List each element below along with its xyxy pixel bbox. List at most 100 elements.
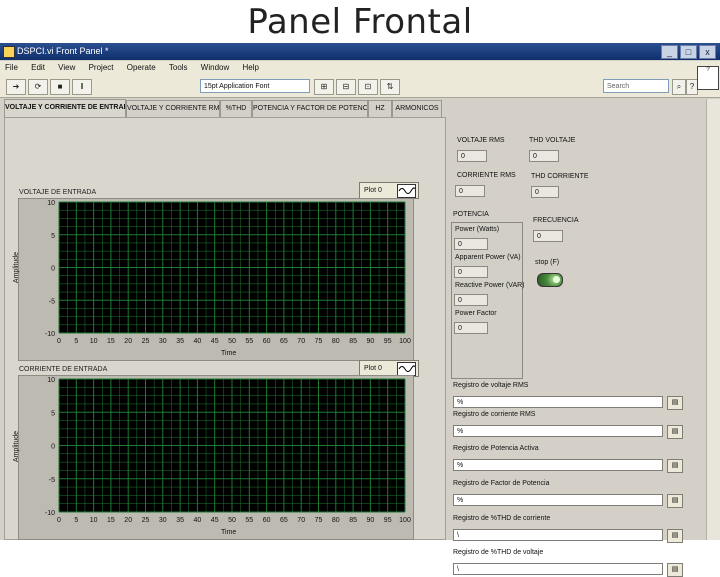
menu-window[interactable]: Window	[201, 63, 229, 72]
x-tick-label: 55	[245, 517, 253, 524]
close-button[interactable]: x	[699, 45, 716, 59]
registro-path-input[interactable]: \	[453, 529, 663, 541]
ylabel-voltaje: Amplitude	[13, 251, 21, 284]
resize-icon[interactable]: ⊡	[358, 79, 378, 95]
x-tick-label: 40	[194, 338, 202, 345]
distribute-icon[interactable]: ⊟	[336, 79, 356, 95]
run-continuously-icon[interactable]: ⟳	[28, 79, 48, 95]
search-input[interactable]: Search	[603, 79, 669, 93]
x-tick-label: 50	[228, 338, 236, 345]
registro-label: Registro de %THD de voltaje	[453, 549, 544, 556]
y-tick-label: -5	[49, 298, 55, 305]
x-tick-label: 0	[57, 338, 61, 345]
menu-edit[interactable]: Edit	[31, 63, 45, 72]
x-tick-label: 50	[228, 517, 236, 524]
registro-path-input[interactable]: %	[453, 425, 663, 437]
voltaje-rms-value: 0	[457, 150, 487, 162]
x-tick-label: 45	[211, 517, 219, 524]
plot-wave-icon	[397, 362, 416, 376]
registro-path-input[interactable]: \	[453, 563, 663, 575]
tab-potencia-factor[interactable]: POTENCIA Y FACTOR DE POTENCIA	[252, 100, 368, 117]
y-tick-label: -5	[49, 477, 55, 484]
x-tick-label: 5	[74, 517, 78, 524]
registro-path-input[interactable]: %	[453, 494, 663, 506]
chart-label-voltaje: VOLTAJE DE ENTRADA	[19, 189, 97, 196]
plot-wave-icon	[397, 184, 416, 198]
folder-browse-icon[interactable]: ▤	[667, 425, 683, 439]
tab-armonicos[interactable]: ARMONICOS	[392, 100, 442, 117]
maximize-button[interactable]: □	[680, 45, 697, 59]
menu-project[interactable]: Project	[89, 63, 114, 72]
apparent-power-label: Apparent Power (VA)	[455, 254, 521, 261]
window-title: DSPCI.vi Front Panel *	[17, 46, 109, 56]
menu-help[interactable]: Help	[242, 63, 258, 72]
abort-icon[interactable]: ■	[50, 79, 70, 95]
x-tick-label: 65	[280, 517, 288, 524]
x-tick-label: 75	[315, 338, 323, 345]
minimize-button[interactable]: _	[661, 45, 678, 59]
folder-browse-icon[interactable]: ▤	[667, 396, 683, 410]
folder-browse-icon[interactable]: ▤	[667, 529, 683, 543]
power-factor-value: 0	[454, 322, 488, 334]
folder-browse-icon[interactable]: ▤	[667, 459, 683, 473]
power-factor-label: Power Factor	[455, 310, 497, 317]
tab-voltaje-corriente-entrada[interactable]: VOLTAJE Y CORRIENTE DE ENTRADA	[4, 99, 126, 118]
chart-frame-corriente: 10 5 0 -5 -10 0 5 10 15 20 25 30 35 40 45 50 55 60 65 70 75 8…	[18, 375, 414, 540]
x-tick-label: 55	[245, 338, 253, 345]
menu-tools[interactable]: Tools	[169, 63, 188, 72]
vertical-scrollbar[interactable]	[706, 99, 720, 540]
tab-hz[interactable]: HZ	[368, 100, 392, 117]
x-tick-label: 60	[263, 338, 271, 345]
font-select[interactable]: 15pt Application Font	[200, 79, 310, 93]
pause-icon[interactable]: ‖	[72, 79, 92, 95]
x-tick-label: 15	[107, 338, 115, 345]
menu-bar: File Edit View Project Operate Tools Win…	[0, 61, 720, 75]
x-tick-label: 75	[315, 517, 323, 524]
x-tick-label: 40	[194, 517, 202, 524]
folder-browse-icon[interactable]: ▤	[667, 494, 683, 508]
corriente-rms-value: 0	[455, 185, 485, 197]
menu-file[interactable]: File	[5, 63, 18, 72]
power-watts-value: 0	[454, 238, 488, 250]
stop-button[interactable]	[537, 273, 563, 287]
run-arrow-icon[interactable]: ➔	[6, 79, 26, 95]
plot-legend-voltaje[interactable]: Plot 0	[359, 182, 419, 199]
tab-voltaje-corriente-rms[interactable]: VOLTAJE Y CORRIENTE RMS	[126, 100, 220, 117]
thd-corriente-label: THD CORRIENTE	[531, 173, 589, 180]
labview-window: DSPCI.vi Front Panel * _ □ x File Edit V…	[0, 43, 720, 577]
chart-corriente: 1050-5-100 5 10 15 20 25 30 35 40 45 50 55 60 65 70 75 8…	[45, 377, 411, 524]
registro-label: Registro de voltaje RMS	[453, 382, 529, 389]
registro-label: Registro de %THD de corriente	[453, 515, 551, 522]
frecuencia-label: FRECUENCIA	[533, 217, 579, 224]
menu-operate[interactable]: Operate	[127, 63, 156, 72]
indicators-area: VOLTAJE RMS 0 THD VOLTAJE 0 CORRIENTE RM…	[447, 117, 704, 577]
folder-browse-icon[interactable]: ▤	[667, 563, 683, 577]
stop-button-knob	[553, 276, 560, 283]
x-tick-label: 25	[142, 517, 150, 524]
voltaje-rms-label: VOLTAJE RMS	[457, 137, 505, 144]
x-tick-label: 80	[332, 517, 340, 524]
reorder-icon[interactable]: ⇅	[380, 79, 400, 95]
xlabel-voltaje: Time	[221, 350, 237, 357]
menu-view[interactable]: View	[58, 63, 75, 72]
tab-thd[interactable]: %THD	[220, 100, 252, 117]
apparent-power-value: 0	[454, 266, 488, 278]
frecuencia-value: 0	[533, 230, 563, 242]
x-tick-label: 80	[332, 338, 340, 345]
align-icon[interactable]: ⊞	[314, 79, 334, 95]
y-tick-label: 5	[51, 410, 55, 417]
app-icon	[3, 46, 15, 58]
x-tick-label: 70	[297, 338, 305, 345]
reactive-power-label: Reactive Power (VAR)	[455, 282, 525, 289]
x-tick-label: 10	[90, 338, 98, 345]
stop-label: stop (F)	[535, 259, 560, 266]
chart-frame-voltaje: 10 5 0 -5 -10 0 5 10 15 20 25 30 35 40 45 50 55 60 65 70 75 8…	[18, 198, 414, 361]
x-tick-label: 30	[159, 517, 167, 524]
registro-path-input[interactable]: %	[453, 459, 663, 471]
thd-corriente-value: 0	[531, 186, 559, 198]
x-tick-label: 60	[263, 517, 271, 524]
registro-label: Registro de Factor de Potencia	[453, 480, 550, 487]
ylabel-corriente: Amplitude	[13, 430, 21, 463]
search-icon[interactable]: ⌕	[672, 79, 686, 95]
registro-path-input[interactable]: %	[453, 396, 663, 408]
